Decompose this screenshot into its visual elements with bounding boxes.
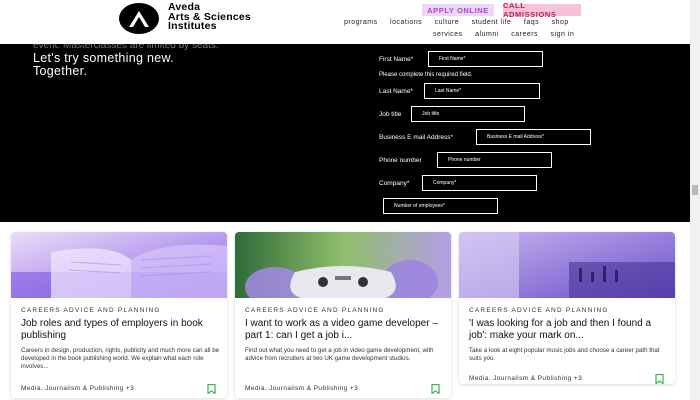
nav-faqs[interactable]: faqs: [524, 19, 539, 26]
apply-online-button[interactable]: APPLY ONLINE: [422, 4, 494, 16]
job-title-label: Job title: [379, 111, 402, 118]
card-description: Find out what you need to get a job in v…: [245, 347, 434, 362]
scrollbar-thumb[interactable]: [692, 185, 698, 195]
logo-wordmark[interactable]: Aveda Arts & Sciences Institutes: [168, 2, 251, 32]
bookmark-icon[interactable]: [431, 384, 440, 394]
first-name-field[interactable]: First Name*: [428, 51, 543, 67]
card-title[interactable]: 'I was looking for a job and then I foun…: [469, 318, 669, 342]
article-card-2[interactable]: CAREERS ADVICE AND PLANNING I want to wo…: [235, 232, 451, 398]
company-field[interactable]: Company*: [422, 175, 537, 191]
card-description: Take a look at eight popular music jobs …: [469, 347, 660, 362]
nav-alumni[interactable]: alumni: [475, 31, 499, 38]
last-name-label: Last Name*: [379, 88, 413, 95]
card-category: CAREERS ADVICE AND PLANNING: [245, 307, 385, 314]
game-controller-image: [235, 232, 451, 298]
nav-careers[interactable]: careers: [511, 31, 538, 38]
card-description: Careers in design, production, rights, p…: [21, 347, 220, 370]
card-tags[interactable]: Media, Journalism & Publishing +3: [245, 385, 358, 392]
page: Aveda Arts & Sciences Institutes APPLY O…: [0, 0, 700, 400]
card-category: CAREERS ADVICE AND PLANNING: [21, 307, 161, 314]
secondary-nav: services alumni careers sign in: [433, 31, 584, 38]
company-label: Company*: [379, 180, 410, 187]
first-name-error: Please complete this required field.: [379, 72, 473, 78]
phone-field[interactable]: Phone number: [437, 152, 552, 168]
email-label: Business E mail Address*: [379, 134, 454, 141]
card-title[interactable]: I want to work as a video game developer…: [245, 318, 445, 342]
card-tags[interactable]: Media, Journalism & Publishing +3: [21, 385, 134, 392]
call-admissions-button[interactable]: CALL ADMISSIONS: [503, 1, 581, 19]
primary-nav: programs locations culture student life …: [344, 19, 579, 26]
book-pages-image: [11, 232, 227, 298]
card-title[interactable]: Job roles and types of employers in book…: [21, 318, 221, 342]
hero-form-section: event. Masterclasses are limited by seat…: [0, 40, 690, 222]
nav-culture[interactable]: culture: [435, 19, 460, 26]
email-field[interactable]: Business E mail Address*: [476, 129, 591, 145]
job-title-field[interactable]: Job title: [411, 106, 525, 122]
hero-title-line-2: Together.: [33, 64, 88, 78]
logo-line-3: Institutes: [168, 20, 217, 32]
article-card-1[interactable]: CAREERS ADVICE AND PLANNING Job roles an…: [11, 232, 227, 398]
bookmark-icon[interactable]: [207, 384, 216, 394]
card-tags[interactable]: Media, Journalism & Publishing +3: [469, 375, 582, 382]
phone-label: Phone number: [379, 157, 422, 164]
nav-sign-in[interactable]: sign in: [551, 31, 575, 38]
last-name-field[interactable]: Last Name*: [424, 83, 540, 99]
card-category: CAREERS ADVICE AND PLANNING: [469, 307, 609, 314]
nav-locations[interactable]: locations: [390, 19, 422, 26]
article-card-3[interactable]: CAREERS ADVICE AND PLANNING 'I was looki…: [459, 232, 675, 384]
site-header: Aveda Arts & Sciences Institutes APPLY O…: [0, 0, 690, 44]
nav-shop[interactable]: shop: [552, 19, 569, 26]
logo-icon[interactable]: [119, 3, 159, 34]
hero-title: Let's try something new. Together.: [33, 52, 174, 78]
nav-programs[interactable]: programs: [344, 19, 378, 26]
nav-student-life[interactable]: student life: [472, 19, 512, 26]
employees-field[interactable]: Number of employees*: [383, 198, 498, 214]
music-studio-image: [459, 232, 675, 298]
bookmark-icon[interactable]: [655, 374, 664, 384]
first-name-label: First Name*: [379, 56, 414, 63]
page-scrollbar[interactable]: [690, 0, 700, 400]
nav-services[interactable]: services: [433, 31, 463, 38]
